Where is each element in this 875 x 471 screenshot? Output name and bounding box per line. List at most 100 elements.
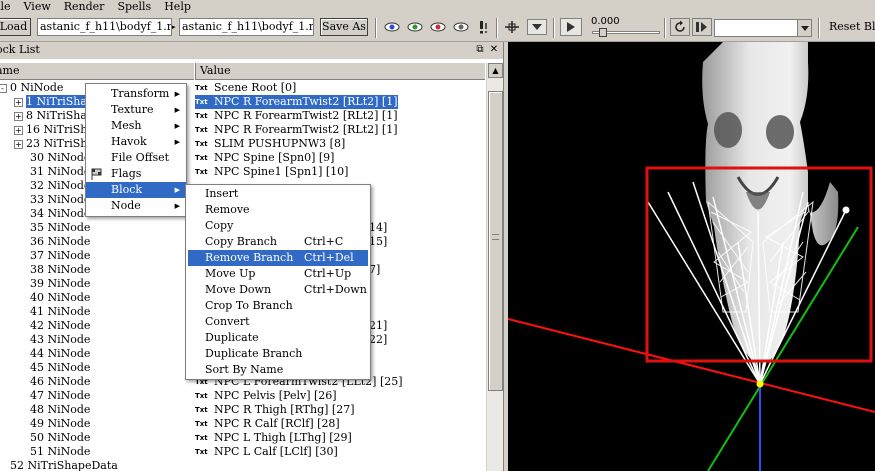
vertical-scrollbar[interactable]: ▲	[486, 63, 503, 471]
menu-item-label: Transform	[111, 87, 170, 100]
submenu-arrow-icon: ▶	[174, 138, 180, 146]
block-value-cell: 22]	[369, 333, 387, 347]
tree-row[interactable]: 51 NiNode Txt NPC L Calf [LClf] [30]	[0, 445, 486, 459]
block-menu-item-copy-branch[interactable]: Copy Branch Ctrl+C	[188, 234, 368, 250]
collapse-icon[interactable]: -	[0, 84, 7, 93]
close-icon[interactable]: ✕	[488, 44, 500, 56]
block-menu-item-sort-by-name[interactable]: Sort By Name	[188, 362, 368, 378]
block-name-cell: -0 NiNode	[0, 81, 63, 95]
block-name-cell: 50 NiNode	[30, 431, 90, 445]
block-submenu: Insert Remove Copy Copy Branch Ctrl+C Remove …	[185, 184, 371, 380]
animation-select[interactable]	[714, 19, 812, 37]
block-value-cell: Txt NPC R ForearmTwist2 [RLt2] [1]	[195, 123, 398, 137]
context-menu-item-texture[interactable]: Texture ▶	[86, 102, 186, 118]
block-name-cell: 40 NiNode	[30, 291, 90, 305]
eye-green-icon[interactable]	[407, 20, 423, 34]
tree-row[interactable]: +23 NiTriSha Txt SLIM PUSHUPNW3 [8]	[0, 137, 486, 151]
exclamation-icon[interactable]	[476, 20, 492, 34]
render-viewport[interactable]	[508, 42, 875, 471]
block-menu-item-move-up[interactable]: Move Up Ctrl+Up	[188, 266, 368, 282]
context-menu-item-node[interactable]: Node ▶	[86, 198, 186, 214]
expand-icon[interactable]: +	[14, 126, 23, 135]
tree-row[interactable]: +1 NiTriShap Txt NPC R ForearmTwist2 [RLt2…	[0, 95, 486, 109]
time-slider-handle[interactable]	[599, 28, 607, 37]
expand-icon[interactable]: +	[14, 112, 23, 121]
context-menu-item-file-offset[interactable]: File Offset	[86, 150, 186, 166]
block-name: 23 NiTriSha	[26, 137, 94, 150]
block-name-cell: 39 NiNode	[30, 277, 90, 291]
block-menu-item-move-down[interactable]: Move Down Ctrl+Down	[188, 282, 368, 298]
expand-icon[interactable]: +	[14, 140, 23, 149]
expand-icon[interactable]: +	[14, 98, 23, 107]
load-button[interactable]: Load	[0, 18, 31, 36]
scroll-up-icon[interactable]: ▲	[488, 63, 503, 78]
block-menu-item-remove[interactable]: Remove	[188, 202, 368, 218]
block-value: NPC R Thigh [RThg] [27]	[214, 403, 355, 416]
context-menu-item-block[interactable]: Block ▶	[86, 182, 186, 198]
loop-icon[interactable]	[670, 18, 690, 36]
menu-file[interactable]: ile	[0, 0, 20, 13]
block-menu-item-convert[interactable]: Convert	[188, 314, 368, 330]
tree-row[interactable]: 52 NiTriShapeData	[0, 459, 486, 471]
grip-icon	[492, 234, 499, 240]
block-value-cell: 15]	[369, 235, 387, 249]
context-menu-item-havok[interactable]: Havok ▶	[86, 134, 186, 150]
time-slider[interactable]	[592, 28, 660, 37]
bone-node	[842, 206, 850, 214]
tree-row[interactable]: 30 NiNode Txt NPC Spine [Spn0] [9]	[0, 151, 486, 165]
eye-gray-icon[interactable]	[453, 20, 469, 34]
block-value: Scene Root [0]	[214, 81, 297, 94]
block-menu-item-remove-branch[interactable]: Remove Branch Ctrl+Del	[188, 250, 368, 266]
block-list-titlebar: ock List ⧉ ✕	[0, 42, 503, 59]
block-menu-item-crop-to-branch[interactable]: Crop To Branch	[188, 298, 368, 314]
block-value-cell: Txt SLIM PUSHUPNW3 [8]	[195, 137, 345, 151]
block-name: 51 NiNode	[30, 445, 91, 458]
menu-item-label: Move Down	[205, 283, 272, 296]
eye-red-icon[interactable]	[430, 20, 446, 34]
axes-icon[interactable]	[504, 20, 520, 34]
menu-help[interactable]: Help	[160, 0, 200, 13]
tree-row[interactable]: -0 NiNode Txt Scene Root [0]	[0, 81, 486, 95]
eye-blue-icon[interactable]	[384, 20, 400, 34]
block-menu-item-duplicate[interactable]: Duplicate	[188, 330, 368, 346]
menu-render[interactable]: Render	[60, 0, 114, 13]
tree-row[interactable]: +16 NiTriSha Txt NPC R ForearmTwist2 [RLt2…	[0, 123, 486, 137]
block-name: 36 NiNode	[30, 235, 91, 248]
save-as-button[interactable]: Save As	[320, 18, 368, 36]
tree-row[interactable]: 48 NiNode Txt NPC R Thigh [RThg] [27]	[0, 403, 486, 417]
block-name: 32 NiNode	[30, 179, 91, 192]
block-menu-item-duplicate-branch[interactable]: Duplicate Branch	[188, 346, 368, 362]
menu-item-label: Flags	[111, 167, 142, 180]
column-name[interactable]: ame	[0, 63, 196, 80]
block-menu-item-insert[interactable]: Insert	[188, 186, 368, 202]
toolbar-separator	[496, 18, 498, 38]
submenu-arrow-icon: ▶	[174, 122, 180, 130]
chevron-down-icon[interactable]	[797, 20, 811, 36]
block-menu-item-copy[interactable]: Copy	[188, 218, 368, 234]
menu-item-label: Insert	[205, 187, 239, 200]
toolbar-separator	[818, 18, 820, 38]
context-menu-item-flags[interactable]: Flags	[86, 166, 186, 182]
tree-row[interactable]: 50 NiNode Txt NPC L Thigh [LThg] [29]	[0, 431, 486, 445]
play-icon[interactable]	[560, 18, 582, 36]
tree-row[interactable]: 49 NiNode Txt NPC R Calf [RClf] [28]	[0, 417, 486, 431]
switch-icon[interactable]	[692, 18, 712, 36]
column-value[interactable]: Value	[196, 63, 486, 80]
context-menu-item-mesh[interactable]: Mesh ▶	[86, 118, 186, 134]
float-icon[interactable]: ⧉	[474, 44, 486, 56]
save-path-field[interactable]: astanic_f_h11\bodyf_1.nif	[179, 18, 314, 36]
menu-view[interactable]: View	[20, 0, 60, 13]
block-value: NPC R ForearmTwist2 [RLt2] [1]	[214, 95, 398, 108]
scroll-thumb[interactable]	[488, 91, 503, 391]
context-menu-item-transform[interactable]: Transform ▶	[86, 86, 186, 102]
path-arrow-icon[interactable]: ▸	[172, 18, 178, 36]
view-dropdown-icon[interactable]	[527, 19, 547, 35]
tree-row[interactable]: 31 NiNode Txt NPC Spine1 [Spn1] [10]	[0, 165, 486, 179]
block-value: NPC Spine [Spn0] [9]	[214, 151, 335, 164]
block-name-cell: 47 NiNode	[30, 389, 90, 403]
menu-spells[interactable]: Spells	[113, 0, 160, 13]
reset-blend-button[interactable]: Reset Blo	[829, 20, 875, 33]
tree-row[interactable]: +8 NiTriShap Txt NPC R ForearmTwist2 [RLt2…	[0, 109, 486, 123]
tree-row[interactable]: 47 NiNode Txt NPC Pelvis [Pelv] [26]	[0, 389, 486, 403]
load-path-field[interactable]: astanic_f_h11\bodyf_1.nif	[37, 18, 172, 36]
